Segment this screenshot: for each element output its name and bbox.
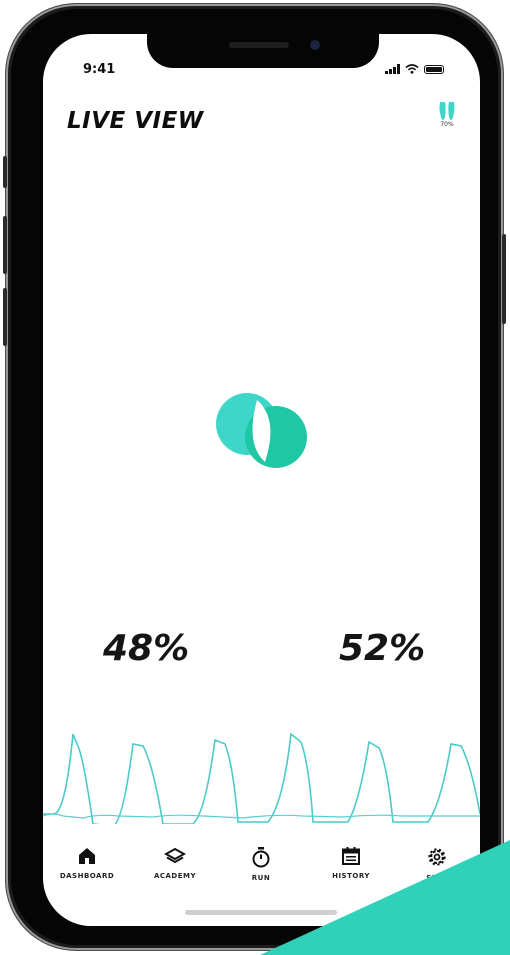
speaker [229, 42, 289, 48]
tab-dashboard[interactable]: DASHBOARD [47, 846, 127, 880]
insole-status[interactable]: 70% [432, 100, 462, 128]
volume-up-button [3, 216, 7, 274]
power-button [502, 234, 506, 324]
notch [147, 34, 379, 68]
tab-academy[interactable]: ACADEMY [135, 846, 215, 880]
left-foot-percentage: 48% [103, 628, 190, 669]
right-foot-percentage: 52% [339, 628, 426, 669]
left-foot-wave [43, 732, 480, 824]
mute-switch [3, 156, 7, 188]
signal-icon [385, 64, 400, 74]
home-icon [79, 848, 95, 864]
right-foot-heatmap [341, 222, 457, 575]
battery-icon [424, 64, 444, 74]
status-icons [385, 64, 444, 74]
corner-accent-shape [260, 840, 510, 955]
balance-logo-icon [216, 393, 307, 468]
front-camera [310, 40, 320, 50]
layers-icon [164, 847, 186, 864]
tab-label: DASHBOARD [59, 872, 115, 880]
tab-label: ACADEMY [153, 872, 197, 880]
pressure-heatmap [43, 204, 480, 604]
phone-frame: 9:41 LIVE VIEW 70% 48% 52% DASHBOARD ACA… [3, 4, 506, 950]
right-foot-wave [43, 813, 480, 819]
pressure-waveform [43, 732, 480, 824]
app-screen: 9:41 LIVE VIEW 70% 48% 52% DASHBOARD ACA… [43, 34, 480, 926]
status-time: 9:41 [83, 62, 116, 77]
insoles-icon [439, 102, 455, 120]
page-title: LIVE VIEW [67, 108, 204, 134]
insole-battery-value: 70% [440, 121, 454, 128]
wifi-icon [405, 64, 419, 74]
volume-down-button [3, 288, 7, 346]
